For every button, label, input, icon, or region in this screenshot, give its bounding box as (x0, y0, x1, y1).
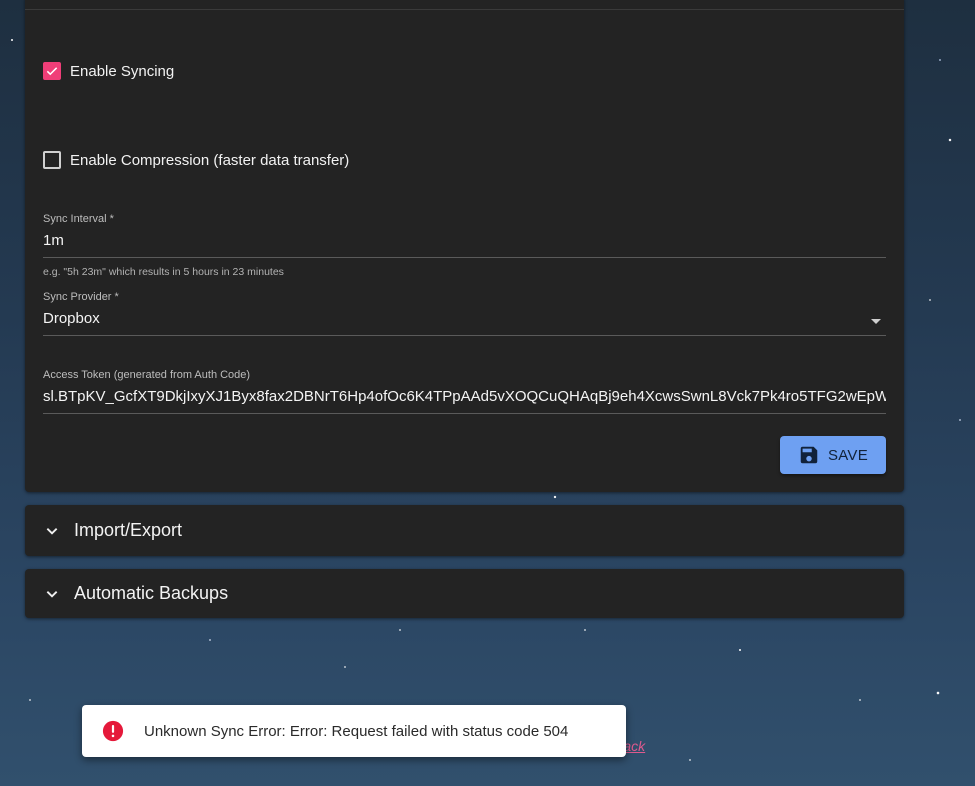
enable-syncing-row[interactable]: Enable Syncing (43, 62, 174, 80)
check-icon (46, 67, 58, 76)
sync-provider-underline (43, 335, 886, 336)
sync-provider-value[interactable]: Dropbox (43, 310, 886, 327)
automatic-backups-title: Automatic Backups (74, 583, 229, 603)
floppy-disk-icon (800, 446, 818, 464)
access-token-label: Access Token (generated from Auth Code) (43, 369, 251, 381)
chevron-down-icon (46, 527, 58, 535)
sync-settings-panel: Enable Syncing Enable Compression (faste… (25, 0, 904, 492)
access-token-input[interactable]: sl.BTpKV_GcfXT9DkjIxyXJ1Byx8fax2DBNrT6Hp… (43, 388, 886, 405)
automatic-backups-section[interactable]: Automatic Backups (25, 569, 904, 618)
sync-provider-label: Sync Provider * (43, 291, 119, 303)
import-export-section[interactable]: Import/Export (25, 505, 904, 556)
sync-interval-label: Sync Interval * (43, 213, 114, 225)
save-button-label: SAVE (827, 446, 869, 464)
chevron-down-icon (46, 590, 58, 598)
access-token-field[interactable]: Access Token (generated from Auth Code) … (43, 369, 886, 414)
sync-interval-underline (43, 257, 886, 258)
enable-compression-label: Enable Compression (faster data transfer… (70, 151, 350, 169)
error-toast: Unknown Sync Error: Error: Request faile… (82, 705, 626, 757)
error-circle-icon (102, 720, 124, 742)
enable-syncing-label: Enable Syncing (70, 62, 175, 80)
sync-interval-field[interactable]: Sync Interval * 1m e.g. "5h 23m" which r… (43, 213, 886, 278)
import-export-title: Import/Export (74, 520, 183, 540)
sync-interval-helper: e.g. "5h 23m" which results in 5 hours i… (43, 266, 284, 278)
panel-divider (25, 9, 904, 10)
sync-provider-select[interactable]: Sync Provider * Dropbox (43, 291, 886, 336)
enable-syncing-checkbox[interactable] (43, 62, 61, 80)
error-toast-message: Unknown Sync Error: Error: Request faile… (144, 722, 569, 740)
enable-compression-row[interactable]: Enable Compression (faster data transfer… (43, 151, 349, 169)
save-button[interactable]: SAVE (780, 436, 886, 474)
access-token-underline (43, 413, 886, 414)
dropdown-arrow-icon[interactable] (871, 319, 881, 324)
sync-interval-input[interactable]: 1m (43, 232, 886, 249)
enable-compression-checkbox[interactable] (43, 151, 61, 169)
